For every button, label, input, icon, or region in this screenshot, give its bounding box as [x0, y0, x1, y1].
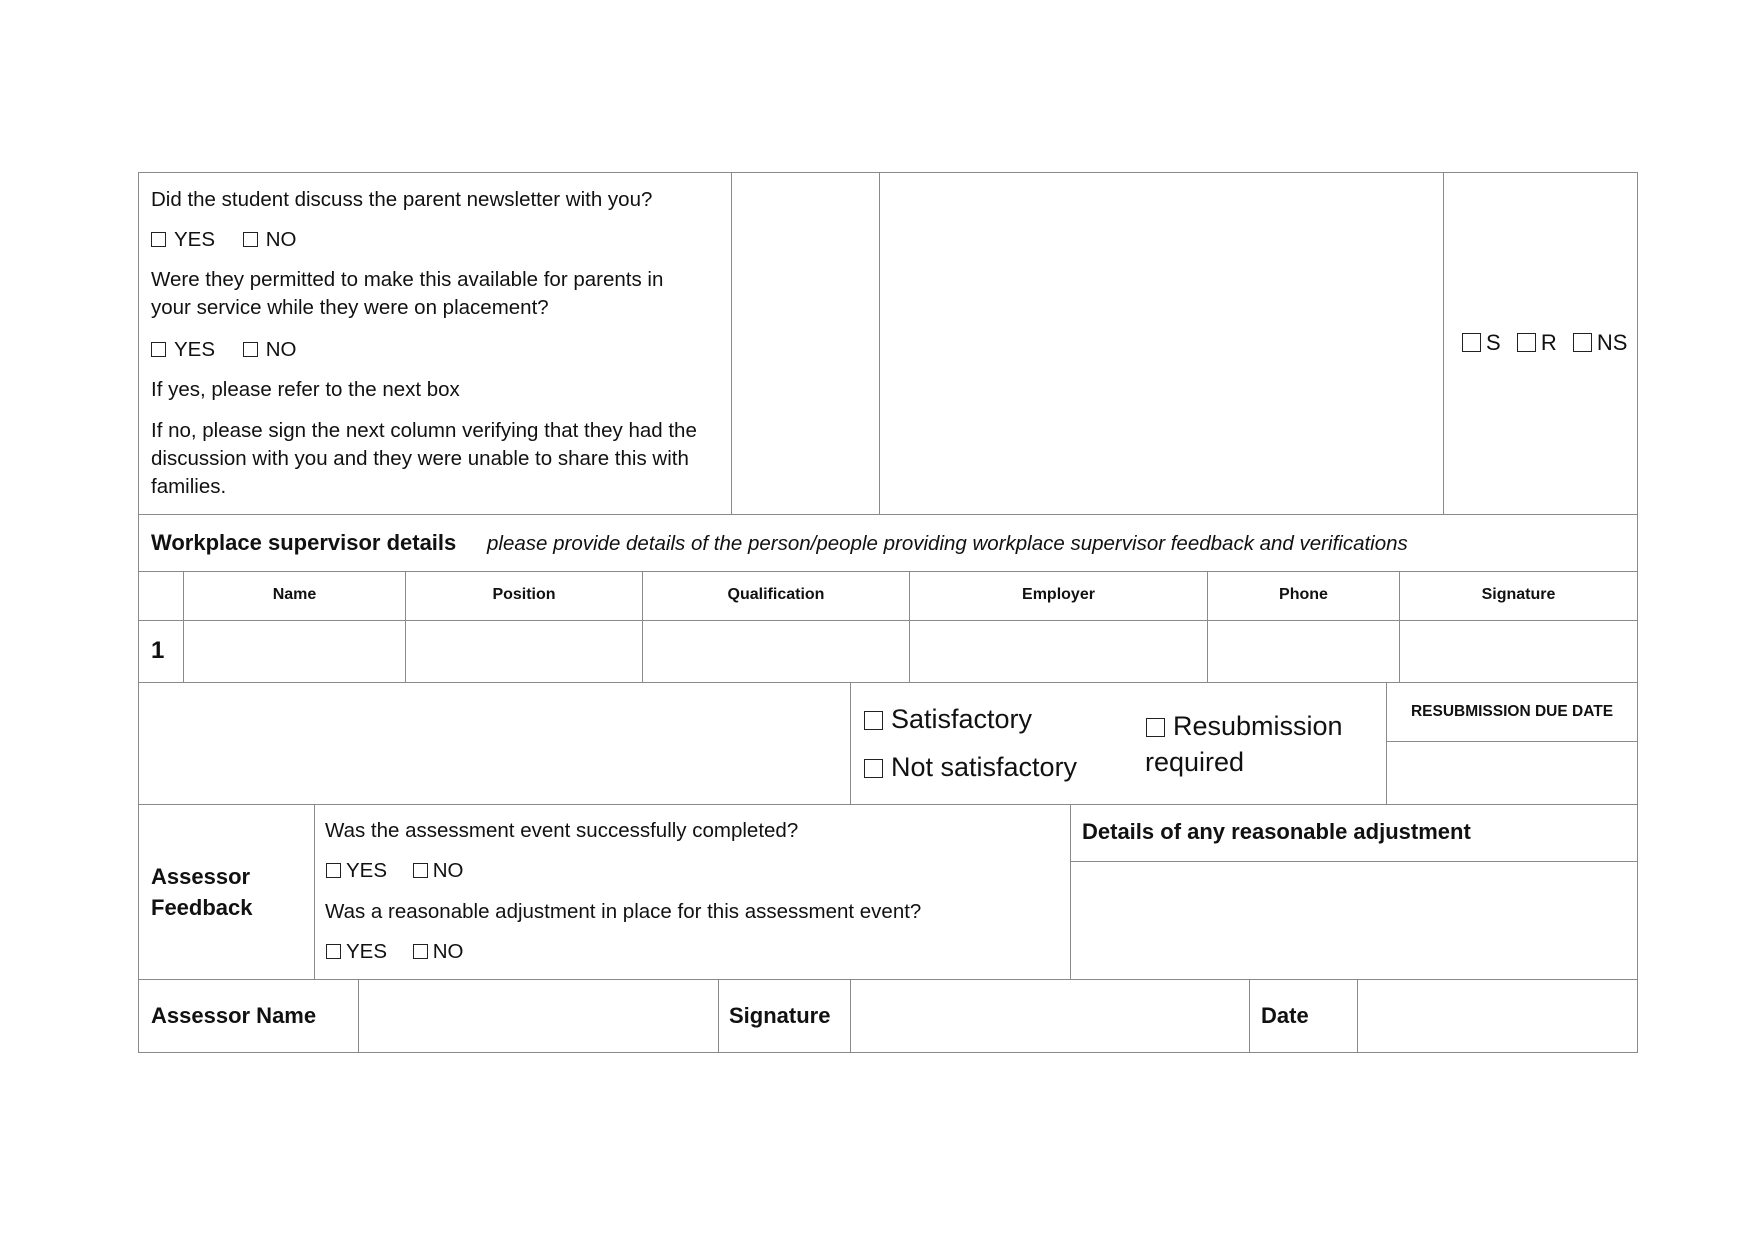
col-header-signature: Signature	[1399, 571, 1638, 621]
resubmission-option[interactable]: Resubmission	[1146, 708, 1343, 744]
col-header-qualification: Qualification	[642, 571, 910, 621]
reasonable-adjustment-question: Was a reasonable adjustment in place for…	[325, 900, 922, 923]
adjustment-yes-option[interactable]: YES	[326, 940, 387, 963]
supervisor-employer-field[interactable]	[909, 620, 1208, 683]
assessment-completed-question: Was the assessment event successfully co…	[325, 819, 799, 842]
checkbox-icon[interactable]	[1462, 333, 1481, 352]
checkbox-icon[interactable]	[151, 342, 166, 357]
adjustment-details-field[interactable]	[1070, 861, 1638, 980]
newsletter-question-2-line1: Were they permitted to make this availab…	[151, 268, 664, 291]
checkbox-icon[interactable]	[864, 759, 883, 778]
result-s-option[interactable]: S	[1462, 330, 1501, 355]
newsletter-signature-cell[interactable]	[731, 172, 880, 515]
due-date-field[interactable]	[1386, 741, 1638, 805]
note-if-no-line2: discussion with you and they were unable…	[151, 447, 689, 470]
checkbox-icon[interactable]	[1146, 718, 1165, 737]
note-if-yes: If yes, please refer to the next box	[151, 378, 460, 401]
adjustment-no-option[interactable]: NO	[412, 940, 463, 963]
assessor-feedback-label-line1: Assessor	[151, 864, 251, 889]
checkbox-icon[interactable]	[326, 863, 341, 878]
checkbox-icon[interactable]	[151, 232, 166, 247]
satisfactory-option[interactable]: Satisfactory	[864, 702, 1032, 736]
q2-options: YES NO	[151, 336, 318, 364]
reasonable-adjustment-options: YES NO	[326, 938, 463, 966]
col-header-employer: Employer	[909, 571, 1208, 621]
supervisor-qualification-field[interactable]	[642, 620, 910, 683]
col-header-position: Position	[405, 571, 643, 621]
assessor-feedback-label-line2: Feedback	[151, 895, 253, 920]
q1-options: YES NO	[151, 226, 318, 254]
checkbox-icon[interactable]	[412, 944, 428, 959]
q1-yes-option[interactable]: YES	[151, 228, 215, 251]
completed-no-option[interactable]: NO	[412, 859, 463, 882]
resubmission-required-text: required	[1145, 747, 1245, 777]
col-header-name: Name	[183, 571, 406, 621]
checkbox-icon[interactable]	[412, 863, 428, 878]
supervisor-subtitle: please provide details of the person/peo…	[487, 532, 1408, 555]
q2-yes-option[interactable]: YES	[151, 338, 215, 361]
supervisor-phone-field[interactable]	[1207, 620, 1400, 683]
checkbox-icon[interactable]	[242, 232, 258, 247]
assessment-completed-options: YES NO	[326, 857, 463, 885]
newsletter-comments-cell[interactable]	[879, 172, 1444, 515]
assessor-name-label: Assessor Name	[151, 1003, 317, 1028]
note-if-no-line3: families.	[151, 475, 227, 498]
outcome-blank-cell	[138, 682, 851, 805]
date-label: Date	[1261, 1003, 1309, 1028]
supervisor-title: Workplace supervisor details	[151, 530, 457, 555]
checkbox-icon[interactable]	[326, 944, 341, 959]
supervisor-name-field[interactable]	[183, 620, 406, 683]
assessor-feedback-label-cell	[138, 804, 315, 980]
checkbox-icon[interactable]	[1516, 333, 1536, 352]
completed-yes-option[interactable]: YES	[326, 859, 387, 882]
result-r-option[interactable]: R	[1516, 330, 1557, 355]
signature-field[interactable]	[850, 979, 1250, 1053]
checkbox-icon[interactable]	[242, 342, 258, 357]
newsletter-question-2-line2: your service while they were on placemen…	[151, 296, 549, 319]
supervisor-row-num: 1	[138, 620, 184, 683]
due-date-label-cell: RESUBMISSION DUE DATE	[1386, 682, 1638, 742]
due-date-label: RESUBMISSION DUE DATE	[1410, 703, 1614, 720]
supervisor-signature-field[interactable]	[1399, 620, 1638, 683]
result-options: S R NS	[1462, 329, 1627, 357]
q2-no-option[interactable]: NO	[242, 338, 296, 361]
not-satisfactory-option[interactable]: Not satisfactory	[864, 750, 1077, 784]
supervisor-position-field[interactable]	[405, 620, 643, 683]
col-header-phone: Phone	[1207, 571, 1400, 621]
checkbox-icon[interactable]	[1572, 333, 1592, 352]
assessor-name-field[interactable]	[358, 979, 719, 1053]
checkbox-icon[interactable]	[864, 711, 883, 730]
result-ns-option[interactable]: NS	[1572, 330, 1627, 355]
q1-no-option[interactable]: NO	[242, 228, 296, 251]
supervisor-num-header	[138, 571, 184, 621]
date-field[interactable]	[1357, 979, 1638, 1053]
note-if-no-line1: If no, please sign the next column verif…	[151, 419, 697, 442]
signature-label: Signature	[729, 1003, 831, 1028]
adjustment-label: Details of any reasonable adjustment	[1082, 819, 1471, 844]
newsletter-question-1: Did the student discuss the parent newsl…	[151, 188, 653, 211]
